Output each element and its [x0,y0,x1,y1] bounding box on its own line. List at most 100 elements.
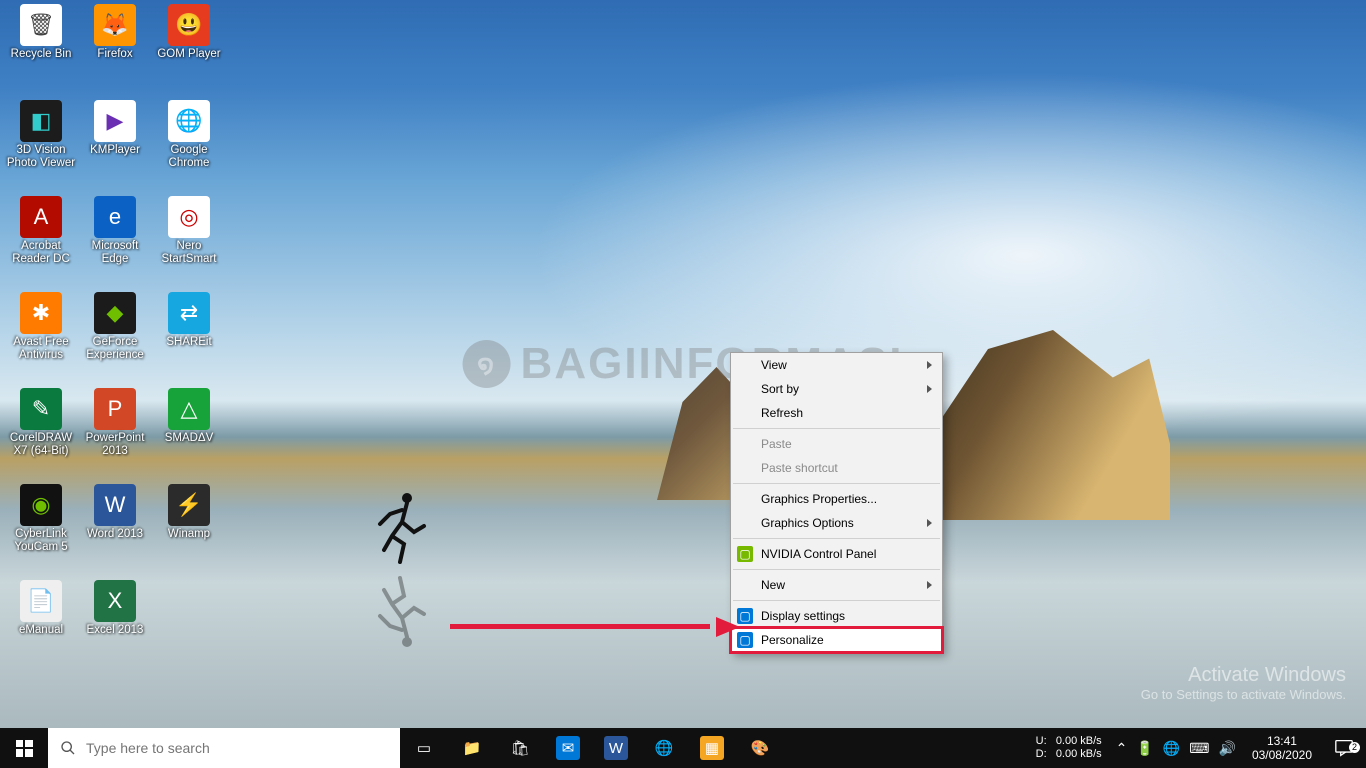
context-menu-item-label: NVIDIA Control Panel [761,547,876,561]
app-icon: A [20,196,62,238]
tray-chevron-up-icon[interactable]: ⌃ [1116,740,1128,757]
tray-language-icon[interactable]: ⌨ [1189,740,1209,757]
submenu-arrow-icon [927,361,932,369]
taskbar-pinned-paint[interactable]: 🎨 [736,728,784,768]
desktop-icon-label: eManual [4,624,78,637]
desktop-icon-coreldraw-x7-64-bit[interactable]: ✎CorelDRAW X7 (64-Bit) [4,388,78,458]
desktop-icon-label: GOM Player [152,48,226,61]
wallpaper-rock-right [910,330,1170,520]
desktop-icon-word-2013[interactable]: W Word 2013 [78,484,152,541]
taskbar-pinned-word[interactable]: W [592,728,640,768]
taskbar-pinned-mail[interactable]: ✉ [544,728,592,768]
word-icon: W [604,736,628,760]
taskbar-pinned-task-view[interactable]: ▭ [400,728,448,768]
desktop-icon-label: SMADΔV [152,432,226,445]
desktop-icon-kmplayer[interactable]: ▶KMPlayer [78,100,152,157]
context-menu-separator [733,600,940,601]
context-menu-item-new[interactable]: New [731,573,942,597]
file-explorer-icon: 📁 [460,736,484,760]
network-speed-meter: U: 0.00 kB/s D: 0.00 kB/s [1028,735,1110,761]
tray-network-icon[interactable]: 🌐 [1163,740,1180,757]
app-icon: X [94,580,136,622]
desktop-icon-label: Word 2013 [78,528,152,541]
desktop-icon-3d-vision-photo-viewer[interactable]: ◧3D Vision Photo Viewer [4,100,78,170]
desktop-context-menu: ViewSort byRefreshPastePaste shortcutGra… [730,352,943,653]
context-menu-item-refresh[interactable]: Refresh [731,401,942,425]
taskbar-pinned-file-explorer[interactable]: 📁 [448,728,496,768]
taskbar-pinned-media-player-classic[interactable]: ▦ [688,728,736,768]
context-menu-item-display-settings[interactable]: ▢Display settings [731,604,942,628]
context-menu-item-paste-shortcut: Paste shortcut [731,456,942,480]
desktop-icon-label: Excel 2013 [78,624,152,637]
desktop-icon-label: Avast Free Antivirus [4,336,78,362]
search-input[interactable] [86,740,388,756]
windows-logo-icon [16,740,33,757]
desktop-icon-label: Microsoft Edge [78,240,152,266]
desktop-icon-label: KMPlayer [78,144,152,157]
clock-date: 03/08/2020 [1252,748,1312,762]
desktop-icon-emanual[interactable]: 📄eManual [4,580,78,637]
desktop-icon-avast-free-antivirus[interactable]: ✱Avast Free Antivirus [4,292,78,362]
desktop-icon-gom-player[interactable]: 😃GOM Player [152,4,226,61]
app-icon: ◉ [20,484,62,526]
app-icon: △ [168,388,210,430]
taskbar-pinned-microsoft-store[interactable]: 🛍 [496,728,544,768]
search-icon [60,740,76,756]
taskbar-search[interactable] [48,728,400,768]
desktop-icon-geforce-experience[interactable]: ◆GeForce Experience [78,292,152,362]
desktop-icon-microsoft-edge[interactable]: eMicrosoft Edge [78,196,152,266]
context-menu-separator [733,428,940,429]
app-icon: 🗑 [20,4,62,46]
wallpaper-runner [370,490,430,570]
tray-volume-icon[interactable]: 🔊 [1219,740,1236,757]
app-icon: 🦊 [94,4,136,46]
submenu-arrow-icon [927,385,932,393]
desktop-icon-recycle-bin[interactable]: 🗑Recycle Bin [4,4,78,61]
desktop-icon-powerpoint-2013[interactable]: PPowerPoint 2013 [78,388,152,458]
taskbar: ▭ 📁 🛍 ✉ W 🌐 ▦ 🎨 U: 0.00 kB/s D: 0.00 kB/s ⌃ 🔋 🌐… [0,728,1366,768]
nvidia-icon: ▢ [737,546,753,562]
system-tray: U: 0.00 kB/s D: 0.00 kB/s ⌃ 🔋 🌐 ⌨ 🔊 13:4… [1028,728,1366,768]
tray-battery-icon[interactable]: 🔋 [1136,740,1153,757]
desktop-icon-smad-v[interactable]: △ SMADΔV [152,388,226,445]
context-menu-item-label: Refresh [761,406,803,420]
media-player-classic-icon: ▦ [700,736,724,760]
task-view-icon: ▭ [412,736,436,760]
watermark-title: Activate Windows [1141,664,1346,687]
app-icon: P [94,388,136,430]
app-icon: ⇄ [168,292,210,334]
context-menu-item-label: Sort by [761,382,799,396]
desktop-icon-firefox[interactable]: 🦊Firefox [78,4,152,61]
context-menu-item-sort-by[interactable]: Sort by [731,377,942,401]
desktop-icon-nero-startsmart[interactable]: ◎Nero StartSmart [152,196,226,266]
desktop-icon-shareit[interactable]: ⇄SHAREit [152,292,226,349]
taskbar-clock[interactable]: 13:41 03/08/2020 [1242,734,1322,762]
context-menu-item-label: View [761,358,787,372]
app-icon: ⚡ [168,484,210,526]
chrome-icon: 🌐 [652,736,676,760]
context-menu-item-label: Personalize [761,633,824,647]
start-button[interactable] [0,728,48,768]
context-menu-item-nvidia-control-panel[interactable]: ▢ NVIDIA Control Panel [731,542,942,566]
desktop-icon-acrobat-reader-dc[interactable]: AAcrobat Reader DC [4,196,78,266]
annotation-arrow [450,620,740,634]
clock-time: 13:41 [1252,734,1312,748]
context-menu-item-graphics-properties[interactable]: Graphics Properties... [731,487,942,511]
desktop-icon-excel-2013[interactable]: X Excel 2013 [78,580,152,637]
context-menu-separator [733,569,940,570]
desktop-icon-cyberlink-youcam-5[interactable]: ◉CyberLink YouCam 5 [4,484,78,554]
context-menu-item-personalize[interactable]: ▢Personalize [731,628,942,652]
taskbar-pinned-chrome[interactable]: 🌐 [640,728,688,768]
paint-icon: 🎨 [748,736,772,760]
action-center-badge: 2 [1349,742,1360,753]
mail-icon: ✉ [556,736,580,760]
context-menu-item-graphics-options[interactable]: Graphics Options [731,511,942,535]
desktop-icon-google-chrome[interactable]: 🌐Google Chrome [152,100,226,170]
context-menu-item-view[interactable]: View [731,353,942,377]
desktop-icon-winamp[interactable]: ⚡Winamp [152,484,226,541]
context-menu-separator [733,483,940,484]
desktop[interactable]: ໑ BAGIINFORMASI 🗑Recycle Bin🦊Firefox😃GOM… [0,0,1366,728]
app-icon: W [94,484,136,526]
app-icon: ◧ [20,100,62,142]
action-center-button[interactable]: 2 [1322,739,1366,757]
